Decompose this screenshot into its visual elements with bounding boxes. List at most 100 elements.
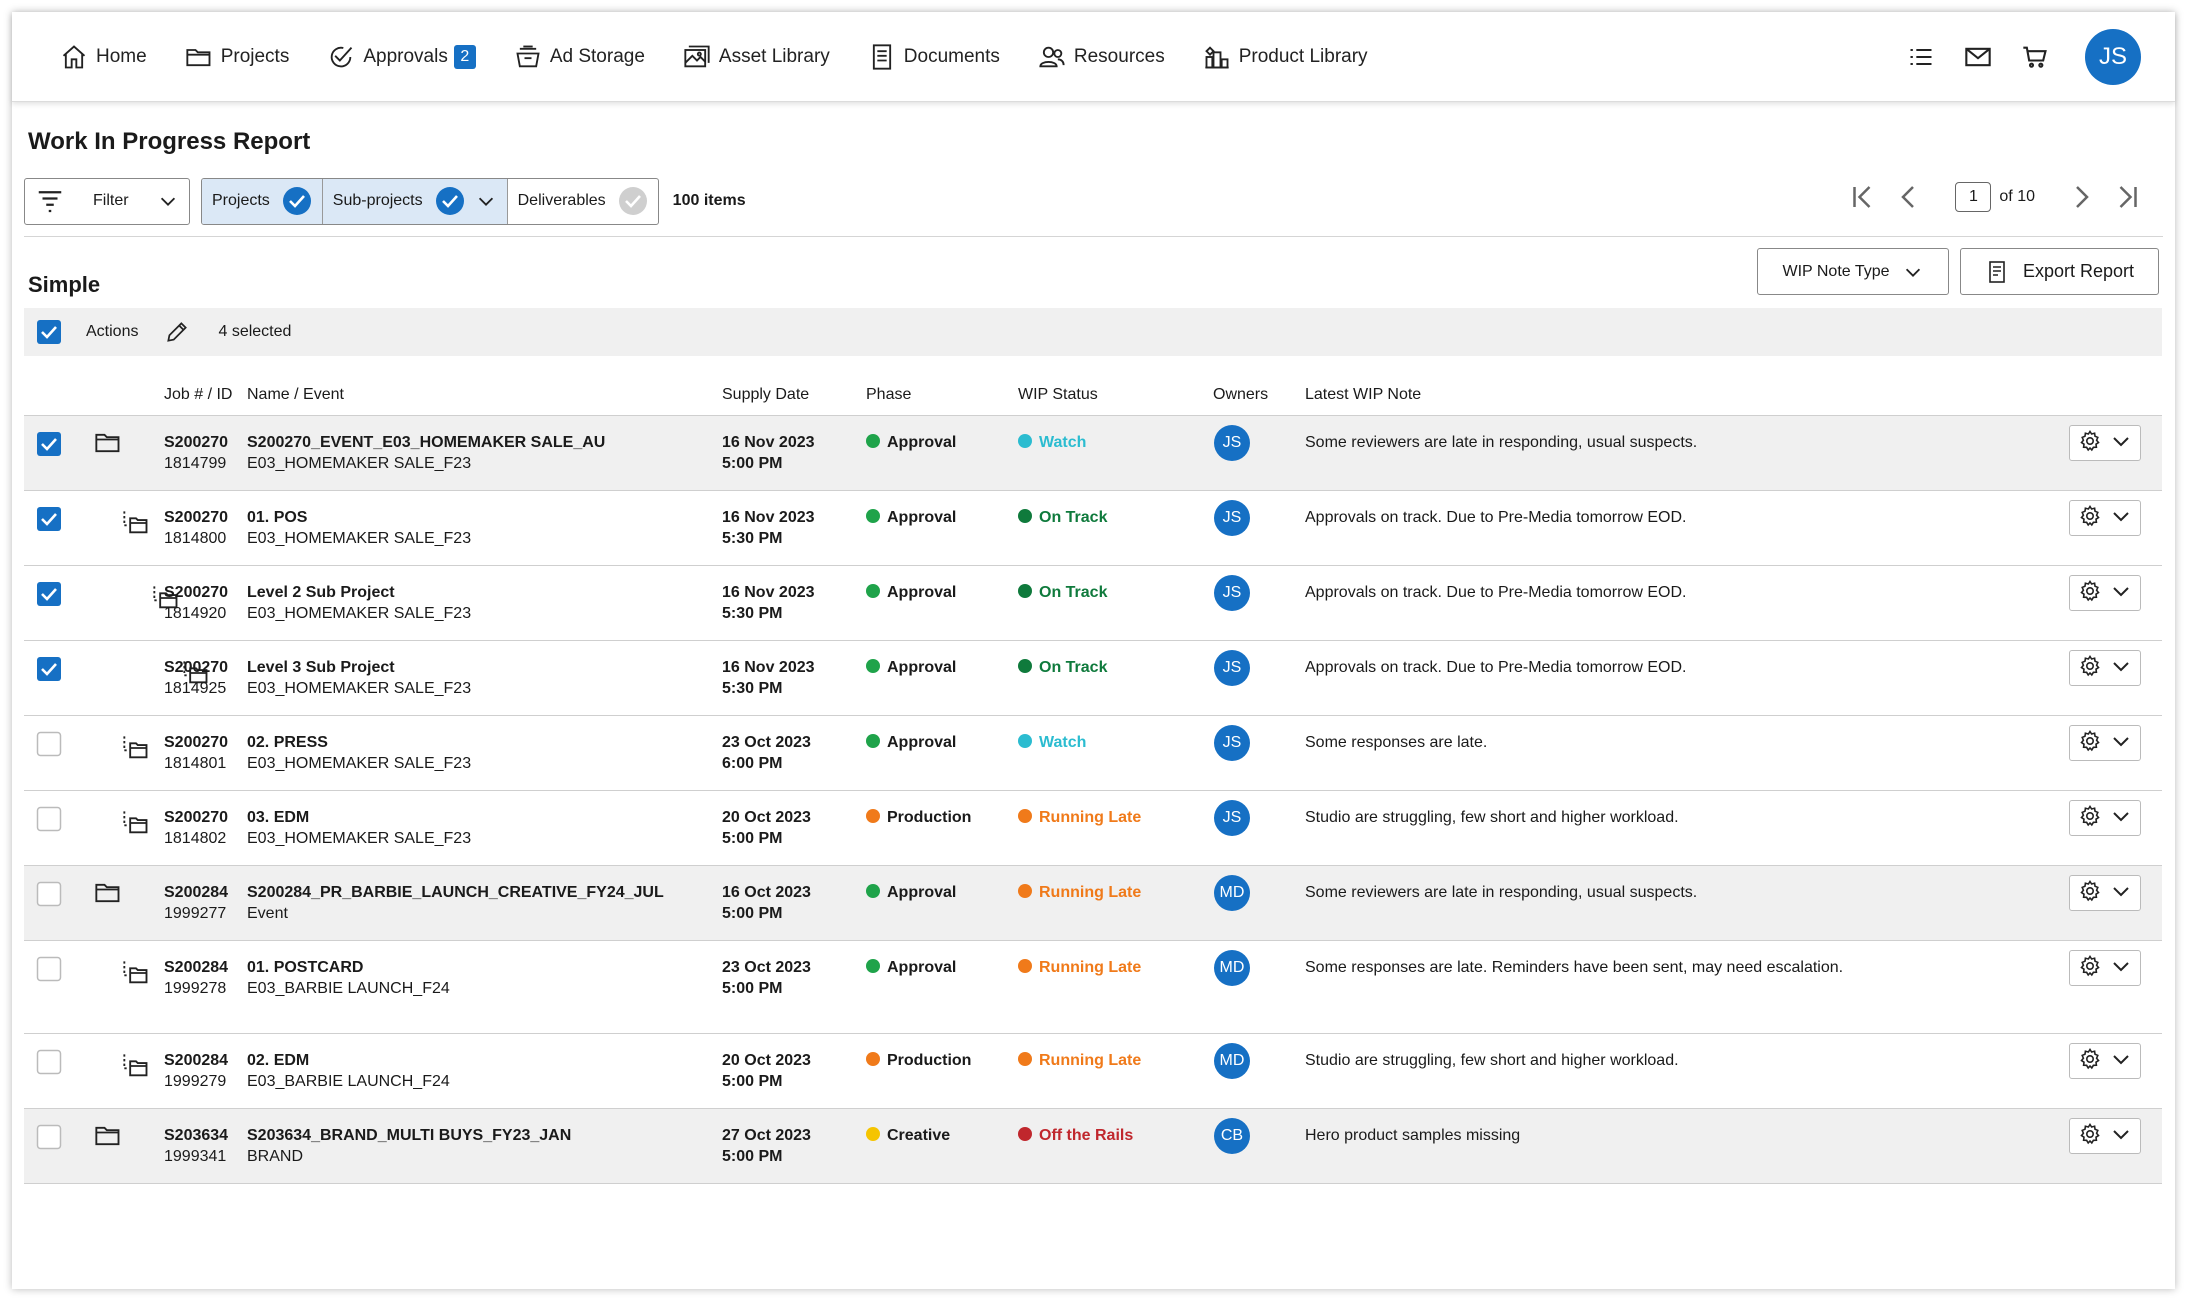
gear-icon[interactable] <box>2078 579 2102 608</box>
gear-icon[interactable] <box>2078 1122 2102 1151</box>
chevron-down-icon[interactable] <box>475 190 497 212</box>
select-all-checkbox[interactable] <box>36 319 62 345</box>
col-wip-status[interactable]: WIP Status <box>1018 386 1098 404</box>
row-actions[interactable] <box>2069 800 2141 836</box>
project-name[interactable]: Level 2 Sub Project <box>247 584 471 602</box>
col-job[interactable]: Job # / ID <box>164 386 232 404</box>
table-row[interactable]: S200270 1814920 Level 2 Sub Project E03_… <box>24 566 2162 641</box>
gear-icon[interactable] <box>2078 1047 2102 1076</box>
next-page-icon[interactable] <box>2067 182 2097 212</box>
table-row[interactable]: S200284 1999279 02. EDM E03_BARBIE LAUNC… <box>24 1034 2162 1109</box>
nav-projects[interactable]: Projects <box>185 43 289 71</box>
project-name[interactable]: Level 3 Sub Project <box>247 659 471 677</box>
page-number-input[interactable]: 1 <box>1955 182 1992 212</box>
col-latest-note[interactable]: Latest WIP Note <box>1305 386 1421 404</box>
filter-button[interactable]: Filter <box>24 177 190 225</box>
chevron-down-icon[interactable] <box>2109 429 2133 458</box>
chevron-down-icon[interactable] <box>2109 1122 2133 1151</box>
nav-asset-library[interactable]: Asset Library <box>683 43 830 71</box>
table-row[interactable]: S203634 1999341 S203634_BRAND_MULTI BUYS… <box>24 1109 2162 1184</box>
gear-icon[interactable] <box>2078 504 2102 533</box>
owner-avatar[interactable]: JS <box>1214 425 1250 461</box>
last-page-icon[interactable] <box>2113 182 2143 212</box>
mail-icon[interactable] <box>1964 43 1992 71</box>
table-row[interactable]: S200270 1814925 Level 3 Sub Project E03_… <box>24 641 2162 716</box>
nav-ad-storage[interactable]: Ad Storage <box>514 43 645 71</box>
toggle-projects[interactable]: Projects <box>202 178 323 224</box>
owner-avatar[interactable]: JS <box>1214 800 1250 836</box>
row-actions[interactable] <box>2069 875 2141 911</box>
owner-avatar[interactable]: MD <box>1214 1043 1250 1079</box>
col-supply-date[interactable]: Supply Date <box>722 386 809 404</box>
pencil-icon[interactable] <box>164 319 190 345</box>
actions-label[interactable]: Actions <box>86 323 138 341</box>
table-row[interactable]: S200284 1999278 01. POSTCARD E03_BARBIE … <box>24 941 2162 1034</box>
user-avatar[interactable]: JS <box>2085 29 2141 85</box>
project-name[interactable]: S200284_PR_BARBIE_LAUNCH_CREATIVE_FY24_J… <box>247 884 664 902</box>
project-name[interactable]: S203634_BRAND_MULTI BUYS_FY23_JAN <box>247 1127 571 1145</box>
row-checkbox[interactable] <box>36 806 62 837</box>
prev-page-icon[interactable] <box>1893 182 1923 212</box>
chevron-down-icon[interactable] <box>2109 729 2133 758</box>
project-name[interactable]: 01. POSTCARD <box>247 959 450 977</box>
nav-documents[interactable]: Documents <box>868 43 1000 71</box>
row-actions[interactable] <box>2069 950 2141 986</box>
chevron-down-icon[interactable] <box>2109 579 2133 608</box>
project-name[interactable]: 02. EDM <box>247 1052 450 1070</box>
chevron-down-icon[interactable] <box>2109 1047 2133 1076</box>
row-actions[interactable] <box>2069 650 2141 686</box>
table-row[interactable]: S200270 1814801 02. PRESS E03_HOMEMAKER … <box>24 716 2162 791</box>
row-checkbox[interactable] <box>36 881 62 912</box>
gear-icon[interactable] <box>2078 954 2102 983</box>
export-report-button[interactable]: Export Report <box>1960 248 2159 295</box>
toggle-sub-projects[interactable]: Sub-projects <box>322 178 508 224</box>
owner-avatar[interactable]: JS <box>1214 725 1250 761</box>
row-checkbox[interactable] <box>36 1124 62 1155</box>
chevron-down-icon[interactable] <box>2109 879 2133 908</box>
chevron-down-icon[interactable] <box>2109 954 2133 983</box>
owner-avatar[interactable]: CB <box>1214 1118 1250 1154</box>
project-name[interactable]: 01. POS <box>247 509 471 527</box>
list-icon[interactable] <box>1907 43 1935 71</box>
table-row[interactable]: S200284 1999277 S200284_PR_BARBIE_LAUNCH… <box>24 866 2162 941</box>
row-checkbox[interactable] <box>36 656 62 687</box>
project-name[interactable]: 02. PRESS <box>247 734 471 752</box>
row-actions[interactable] <box>2069 725 2141 761</box>
table-row[interactable]: S200270 1814802 03. EDM E03_HOMEMAKER SA… <box>24 791 2162 866</box>
col-phase[interactable]: Phase <box>866 386 911 404</box>
chevron-down-icon[interactable] <box>2109 504 2133 533</box>
row-actions[interactable] <box>2069 425 2141 461</box>
nav-product-library[interactable]: Product Library <box>1203 43 1368 71</box>
gear-icon[interactable] <box>2078 654 2102 683</box>
gear-icon[interactable] <box>2078 429 2102 458</box>
chevron-down-icon[interactable] <box>2109 804 2133 833</box>
owner-avatar[interactable]: MD <box>1214 950 1250 986</box>
table-row[interactable]: S200270 1814799 S200270_EVENT_E03_HOMEMA… <box>24 416 2162 491</box>
row-checkbox[interactable] <box>36 1049 62 1080</box>
table-row[interactable]: S200270 1814800 01. POS E03_HOMEMAKER SA… <box>24 491 2162 566</box>
col-name[interactable]: Name / Event <box>247 386 344 404</box>
nav-home[interactable]: Home <box>60 43 147 71</box>
row-checkbox[interactable] <box>36 956 62 987</box>
cart-icon[interactable] <box>2021 43 2049 71</box>
row-actions[interactable] <box>2069 575 2141 611</box>
owner-avatar[interactable]: JS <box>1214 575 1250 611</box>
owner-avatar[interactable]: JS <box>1214 500 1250 536</box>
row-checkbox[interactable] <box>36 431 62 462</box>
first-page-icon[interactable] <box>1847 182 1877 212</box>
project-name[interactable]: S200270_EVENT_E03_HOMEMAKER SALE_AU <box>247 434 605 452</box>
row-actions[interactable] <box>2069 1118 2141 1154</box>
nav-resources[interactable]: Resources <box>1038 43 1165 71</box>
row-actions[interactable] <box>2069 500 2141 536</box>
row-checkbox[interactable] <box>36 731 62 762</box>
owner-avatar[interactable]: MD <box>1214 875 1250 911</box>
project-name[interactable]: 03. EDM <box>247 809 471 827</box>
col-owners[interactable]: Owners <box>1213 386 1268 404</box>
chevron-down-icon[interactable] <box>2109 654 2133 683</box>
nav-approvals[interactable]: Approvals 2 <box>327 43 476 71</box>
row-checkbox[interactable] <box>36 581 62 612</box>
gear-icon[interactable] <box>2078 729 2102 758</box>
gear-icon[interactable] <box>2078 879 2102 908</box>
row-checkbox[interactable] <box>36 506 62 537</box>
toggle-deliverables[interactable]: Deliverables <box>508 179 658 224</box>
